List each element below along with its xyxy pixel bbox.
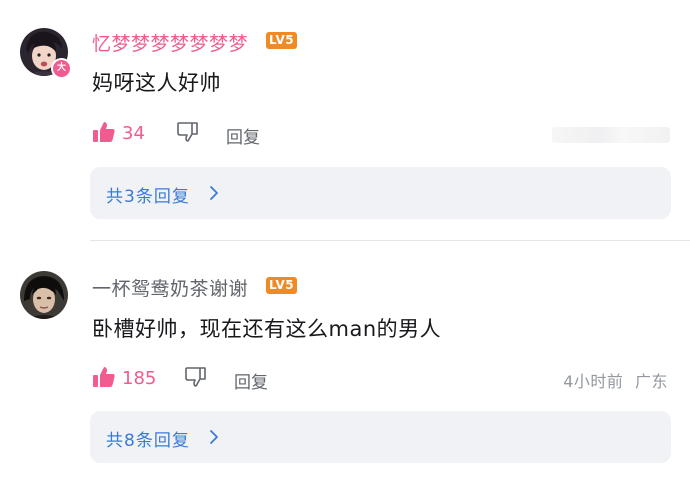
comment-time: 4小时前: [563, 372, 624, 391]
like-icon[interactable]: [92, 120, 116, 148]
view-replies-button[interactable]: 共3条回复: [90, 167, 671, 219]
reply-button[interactable]: 回复: [226, 123, 260, 148]
comment-meta: [552, 127, 670, 143]
view-replies-button[interactable]: 共8条回复: [90, 411, 671, 463]
replies-count-label: 共8条回复: [106, 431, 190, 451]
level-badge: LV5: [266, 32, 298, 49]
like-icon[interactable]: [92, 365, 116, 393]
chevron-right-icon: [208, 429, 220, 449]
reply-button[interactable]: 回复: [234, 368, 268, 393]
level-badge: LV5: [266, 277, 298, 294]
avatar[interactable]: [20, 271, 68, 319]
comment-item: 一杯鸳鸯奶茶谢谢 LV5 卧槽好帅，现在还有这么man的男人 185 回复 4小…: [0, 241, 690, 479]
comment-location: 广东: [634, 372, 668, 391]
comment-content: 卧槽好帅，现在还有这么man的男人: [92, 317, 442, 341]
like-count: 185: [122, 368, 157, 389]
dislike-icon[interactable]: [176, 120, 200, 148]
username[interactable]: 忆梦梦梦梦梦梦梦: [92, 29, 248, 56]
comment-meta: 4小时前 广东: [563, 368, 668, 392]
replies-count-label: 共3条回复: [106, 187, 190, 207]
comment-content: 妈呀这人好帅: [92, 71, 221, 95]
like-count: 34: [122, 123, 145, 144]
vip-badge: 大: [51, 58, 72, 79]
comment-item: 大 忆梦梦梦梦梦梦梦 LV5 妈呀这人好帅 34 回复 共3条回复: [0, 0, 690, 240]
dislike-icon[interactable]: [184, 365, 208, 393]
username[interactable]: 一杯鸳鸯奶茶谢谢: [92, 274, 248, 301]
chevron-right-icon: [208, 185, 220, 205]
